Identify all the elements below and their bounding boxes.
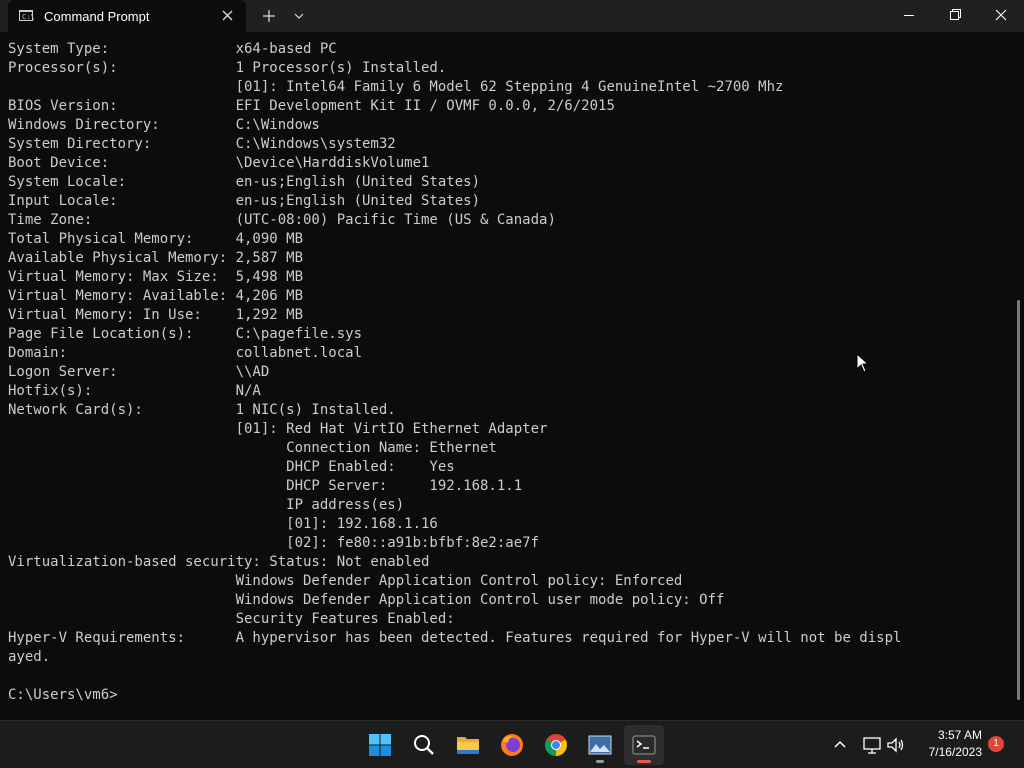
firefox-icon <box>501 734 523 756</box>
new-tab-button[interactable] <box>257 4 281 28</box>
chrome-icon <box>545 734 567 756</box>
plus-icon <box>263 10 275 22</box>
restore-icon <box>950 9 961 20</box>
show-hidden-icons-button[interactable] <box>828 733 852 757</box>
running-indicator <box>596 760 604 763</box>
clock-date: 7/16/2023 <box>928 745 982 759</box>
close-icon <box>995 9 1007 21</box>
chrome-button[interactable] <box>536 725 576 765</box>
tab-close-icon[interactable] <box>216 3 240 27</box>
volume-icon <box>887 737 904 753</box>
terminal-button[interactable] <box>624 725 664 765</box>
maximize-button[interactable] <box>932 0 978 32</box>
title-bar: C:\ Command Prompt <box>0 0 1024 32</box>
network-icon <box>863 737 881 754</box>
chevron-down-icon <box>294 13 304 19</box>
mouse-cursor-icon <box>856 352 870 373</box>
firefox-button[interactable] <box>492 725 532 765</box>
system-clock[interactable]: 3:57 AM 7/16/2023 <box>912 727 982 761</box>
tab-dropdown-button[interactable] <box>287 4 311 28</box>
clock-time: 3:57 AM <box>937 728 982 742</box>
scrollbar-thumb[interactable] <box>1017 300 1020 700</box>
command-prompt-icon: C:\ <box>19 10 35 21</box>
photos-button[interactable] <box>580 725 620 765</box>
start-button[interactable] <box>360 725 400 765</box>
minimize-icon <box>904 15 914 16</box>
windows-logo-icon <box>369 734 391 756</box>
minimize-button[interactable] <box>886 0 932 32</box>
network-button[interactable] <box>860 733 884 757</box>
console-output[interactable]: System Type: x64-based PC Processor(s): … <box>8 40 1008 712</box>
volume-button[interactable] <box>884 733 908 757</box>
active-indicator <box>637 760 651 763</box>
tab-command-prompt[interactable]: C:\ Command Prompt <box>8 0 246 32</box>
file-explorer-button[interactable] <box>448 725 488 765</box>
search-button[interactable] <box>404 725 444 765</box>
taskbar: 3:57 AM 7/16/2023 <box>0 720 1024 768</box>
search-icon <box>414 735 434 755</box>
tab-title: Command Prompt <box>44 9 150 24</box>
photos-icon <box>588 735 612 755</box>
folder-icon <box>457 737 479 754</box>
notification-badge[interactable]: 1 <box>988 736 1004 752</box>
terminal-icon <box>632 735 656 755</box>
chevron-up-icon <box>834 740 846 748</box>
close-window-button[interactable] <box>978 0 1024 32</box>
